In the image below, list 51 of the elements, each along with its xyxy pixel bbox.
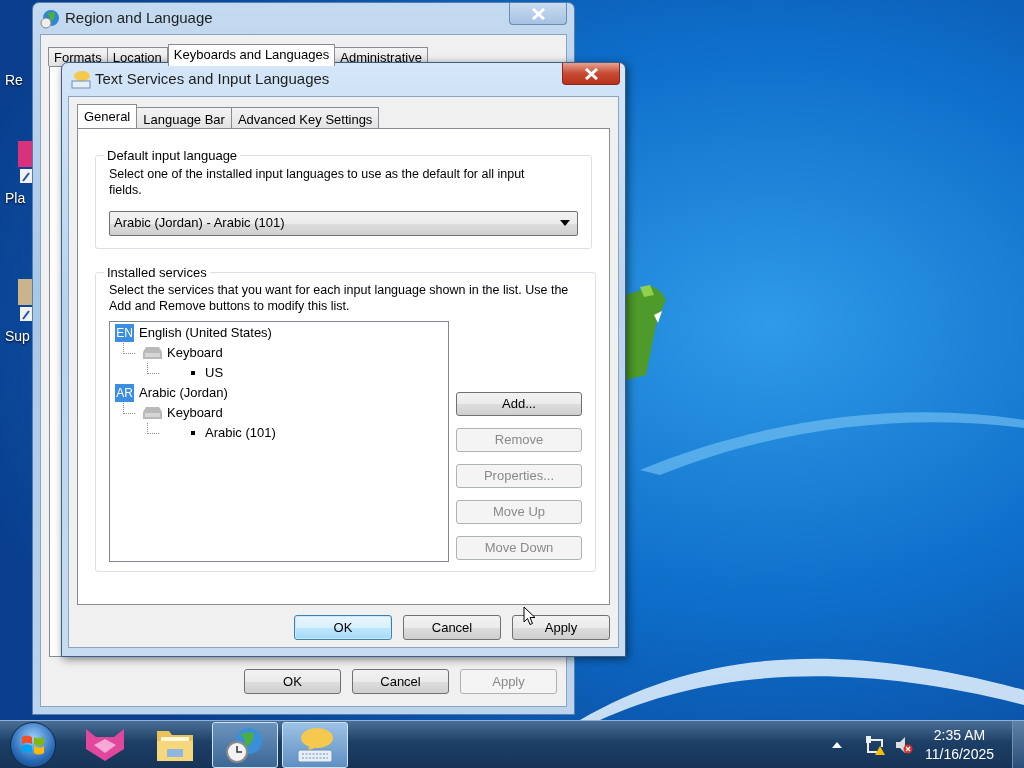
bullet-icon	[191, 431, 195, 435]
desktop-icon-label[interactable]: Pla	[5, 190, 26, 206]
bullet-icon	[191, 371, 195, 375]
muted-speaker-icon[interactable]	[894, 735, 913, 754]
taskbar-button[interactable]	[212, 721, 278, 768]
start-button[interactable]	[10, 721, 56, 768]
dialog-button[interactable]: Cancel	[403, 615, 501, 640]
keyboard-speech-icon	[294, 725, 336, 764]
group-description: Select one of the installed input languages to use as the default for all input fields.	[109, 165, 526, 198]
globe-clock-icon	[225, 725, 265, 764]
dialog-button[interactable]: OK	[294, 615, 392, 640]
language-badge: AR	[115, 384, 134, 402]
tree-item[interactable]: English (United States)	[139, 323, 272, 343]
group-heading: Default input language	[106, 147, 239, 165]
clock[interactable]: 2:35 AM 11/16/2025	[924, 725, 994, 764]
desktop-icon-label[interactable]: Sup	[5, 328, 30, 344]
tab[interactable]: Advanced Key Settings	[230, 107, 380, 128]
shortcut-icon	[18, 278, 32, 322]
globe-icon	[40, 8, 60, 29]
keyboard-icon	[143, 407, 162, 419]
tab[interactable]: Language Bar	[136, 107, 232, 128]
tree-item[interactable]: Arabic (101)	[205, 423, 276, 443]
tree-item[interactable]: Keyboard	[167, 403, 223, 423]
close-button[interactable]	[562, 63, 620, 85]
language-badge: EN	[115, 324, 134, 342]
show-desktop-button[interactable]	[1012, 720, 1024, 768]
dialog-button[interactable]: OK	[244, 669, 341, 694]
show-hidden-icons-icon[interactable]	[831, 741, 842, 748]
window-title: Text Services and Input Languages	[95, 69, 330, 90]
dialog-button[interactable]: Cancel	[352, 669, 449, 694]
dialog-button[interactable]: Add...	[456, 392, 582, 416]
tree-item[interactable]: Keyboard	[167, 343, 223, 363]
group-heading: Installed services	[106, 263, 208, 282]
tree-item[interactable]: Arabic (Jordan)	[139, 383, 228, 403]
tab[interactable]: General	[77, 104, 138, 128]
cat-icon	[84, 726, 126, 763]
network-warning-icon[interactable]	[864, 734, 885, 755]
tree-item[interactable]: US	[205, 363, 224, 383]
dialog-button[interactable]: Apply	[512, 615, 610, 640]
language-dropdown[interactable]: Arabic (Jordan) - Arabic (101)	[109, 210, 578, 236]
close-icon	[584, 67, 598, 80]
shortcut-icon	[18, 140, 32, 184]
desktop-icon-label[interactable]: Re	[5, 72, 23, 88]
dropdown-arrow-icon	[560, 220, 570, 226]
windows-logo-icon	[21, 733, 45, 756]
window-title: Region and Language	[65, 8, 213, 29]
keyboard-icon	[143, 347, 162, 359]
tab[interactable]: Keyboards and Languages	[167, 44, 336, 66]
close-icon	[531, 7, 545, 20]
keyboard-speech-icon	[71, 69, 91, 90]
group-description: Select the services that you want for each input language shown in the list. Use the Add and Remove buttons to modify this list.	[109, 282, 570, 314]
